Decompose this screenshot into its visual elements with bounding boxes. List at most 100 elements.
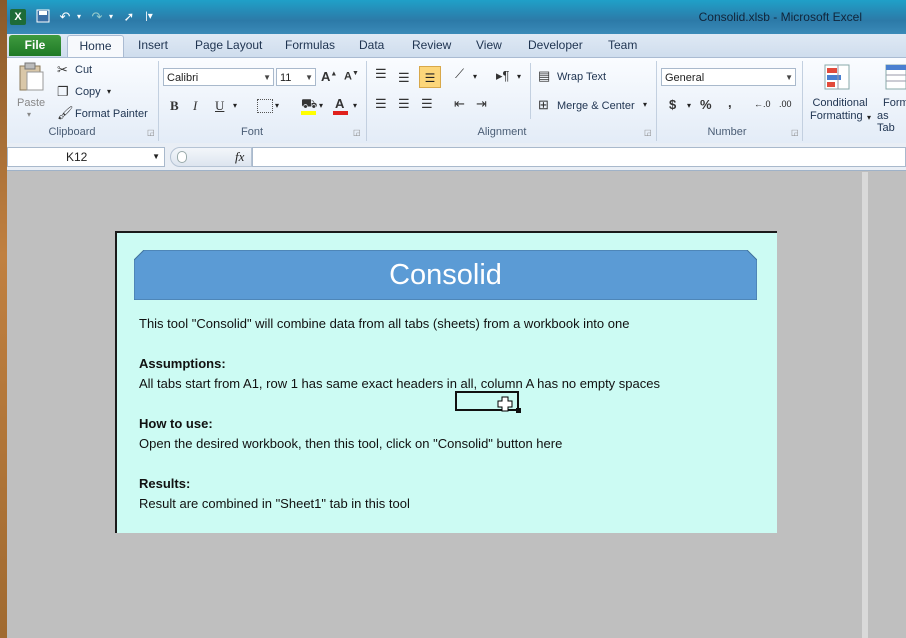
tab-view[interactable]: View [476,38,502,52]
excel-window: X ↶ ▾ ↷ ▾ ➚ |▾ Consolid.xlsb - Microsoft… [7,0,906,638]
paste-button[interactable]: Paste [17,97,45,109]
percent-button[interactable]: % [700,97,712,112]
number-format-value: General [665,72,705,84]
redo-dropdown-icon[interactable]: ▾ [103,9,119,25]
format-painter-button[interactable]: Format Painter [75,108,148,120]
orientation-icon[interactable]: ⟋ [455,66,464,82]
tab-developer[interactable]: Developer [528,38,583,52]
merge-dropdown-icon[interactable]: ▾ [643,100,647,109]
tab-team[interactable]: Team [608,38,637,52]
paste-dropdown-icon[interactable]: ▾ [27,110,31,119]
dialog-launcher-icon[interactable]: ◲ [147,128,155,137]
middle-align-icon[interactable]: ☰ [398,70,410,86]
chevron-down-icon: ▼ [785,73,793,82]
bottom-align-icon[interactable]: ☰ [419,66,441,88]
font-group-label: Font [240,126,263,138]
conditional-formatting-button[interactable]: Conditional [809,97,871,109]
clipboard-icon[interactable] [17,62,45,92]
dialog-launcher-icon[interactable]: ◲ [644,128,652,137]
increase-indent-icon[interactable]: ⇥ [476,96,487,112]
group-separator [366,61,367,141]
number-format-combo[interactable]: General ▼ [661,68,796,86]
dialog-launcher-icon[interactable]: ◲ [791,128,799,137]
clipboard-group-label: Clipboard [48,126,96,138]
italic-button[interactable]: I [193,98,197,114]
font-name-value: Calibri [167,72,199,84]
expand-handle-icon[interactable] [177,151,187,163]
tab-review[interactable]: Review [412,38,451,52]
align-left-icon[interactable]: ☰ [375,96,387,112]
group-separator [530,63,531,119]
comma-button[interactable]: , [728,95,732,110]
tab-page-layout[interactable]: Page Layout [195,38,262,52]
conditional-formatting-icon[interactable] [823,63,853,93]
dialog-launcher-icon[interactable]: ◲ [353,128,361,137]
save-icon[interactable] [35,9,51,25]
copy-dropdown-icon[interactable]: ▾ [107,87,111,96]
format-as-table-button[interactable]: Form [883,97,906,109]
group-separator [802,61,803,141]
shrink-font-icon[interactable]: A▼ [344,70,359,83]
currency-button[interactable]: $ [669,97,676,112]
orientation-dropdown-icon[interactable]: ▾ [473,72,477,81]
tab-formulas[interactable]: Formulas [285,38,335,52]
font-color-dropdown-icon[interactable]: ▾ [353,101,357,110]
increase-decimal-icon[interactable]: ←.0 [754,99,771,109]
formula-input[interactable] [252,147,906,167]
underline-dropdown-icon[interactable]: ▾ [233,101,237,110]
title-bar: X ↶ ▾ ↷ ▾ ➚ |▾ Consolid.xlsb - Microsoft… [7,0,906,34]
format-as-table-label: as Tab [877,110,895,134]
fx-icon[interactable]: fx [235,149,244,165]
assumptions-heading: Assumptions: [139,356,226,371]
fill-color-dropdown-icon[interactable]: ▾ [319,101,323,110]
text-direction-dropdown-icon[interactable]: ▾ [517,72,521,81]
font-color-icon[interactable]: A [335,96,344,111]
scissors-icon: ✂ [57,62,68,77]
desktop-background [0,0,7,638]
tab-data[interactable]: Data [359,38,384,52]
intro-text: This tool "Consolid" will combine data f… [139,316,630,331]
merge-center-button[interactable]: Merge & Center [557,100,635,112]
align-center-icon[interactable]: ☰ [398,96,410,112]
grow-font-icon[interactable]: A▲ [321,69,337,84]
decrease-decimal-icon[interactable]: .00 [779,99,792,109]
underline-button[interactable]: U [215,98,224,114]
text-direction-icon[interactable]: ▸¶ [496,68,510,84]
tab-home[interactable]: Home [67,35,124,59]
tab-insert[interactable]: Insert [138,38,168,52]
copy-button[interactable]: Copy [75,86,101,98]
font-size-combo[interactable]: 11 ▼ [276,68,316,86]
conditional-formatting-label: Formatting [810,110,863,122]
paintbrush-icon: 🖌 [57,105,74,120]
font-name-combo[interactable]: Calibri ▼ [163,68,274,86]
top-align-icon[interactable]: ☰ [375,66,387,82]
conditional-dropdown-icon[interactable]: ▾ [867,113,871,122]
chevron-down-icon[interactable]: ▼ [152,148,160,166]
align-right-icon[interactable]: ☰ [421,96,433,112]
cut-button[interactable]: Cut [75,64,92,76]
cursor-icon[interactable]: ➚ [121,9,137,25]
howto-heading: How to use: [139,416,213,431]
name-box[interactable]: K12 ▼ [7,147,165,167]
tab-file[interactable]: File [9,35,61,56]
undo-dropdown-icon[interactable]: ▾ [71,9,87,25]
group-separator [158,61,159,141]
border-dropdown-icon[interactable]: ▾ [275,101,279,110]
format-as-table-icon[interactable] [883,63,906,93]
fill-handle[interactable] [516,408,521,413]
customize-icon[interactable]: |▾ [141,9,157,25]
howto-text: Open the desired workbook, then this too… [139,436,563,451]
chevron-down-icon: ▼ [263,73,271,82]
consolid-button[interactable]: Consolid [134,250,757,300]
currency-dropdown-icon[interactable]: ▾ [687,101,691,110]
excel-icon[interactable]: X [10,9,26,25]
copy-icon: ❐ [57,84,69,99]
decrease-indent-icon[interactable]: ⇤ [454,96,465,112]
group-separator [656,61,657,141]
border-icon[interactable] [257,99,273,113]
wrap-text-button[interactable]: Wrap Text [557,71,606,83]
results-heading: Results: [139,476,191,491]
bold-button[interactable]: B [170,98,179,114]
font-color-swatch [333,111,348,115]
chevron-down-icon: ▼ [305,73,313,82]
